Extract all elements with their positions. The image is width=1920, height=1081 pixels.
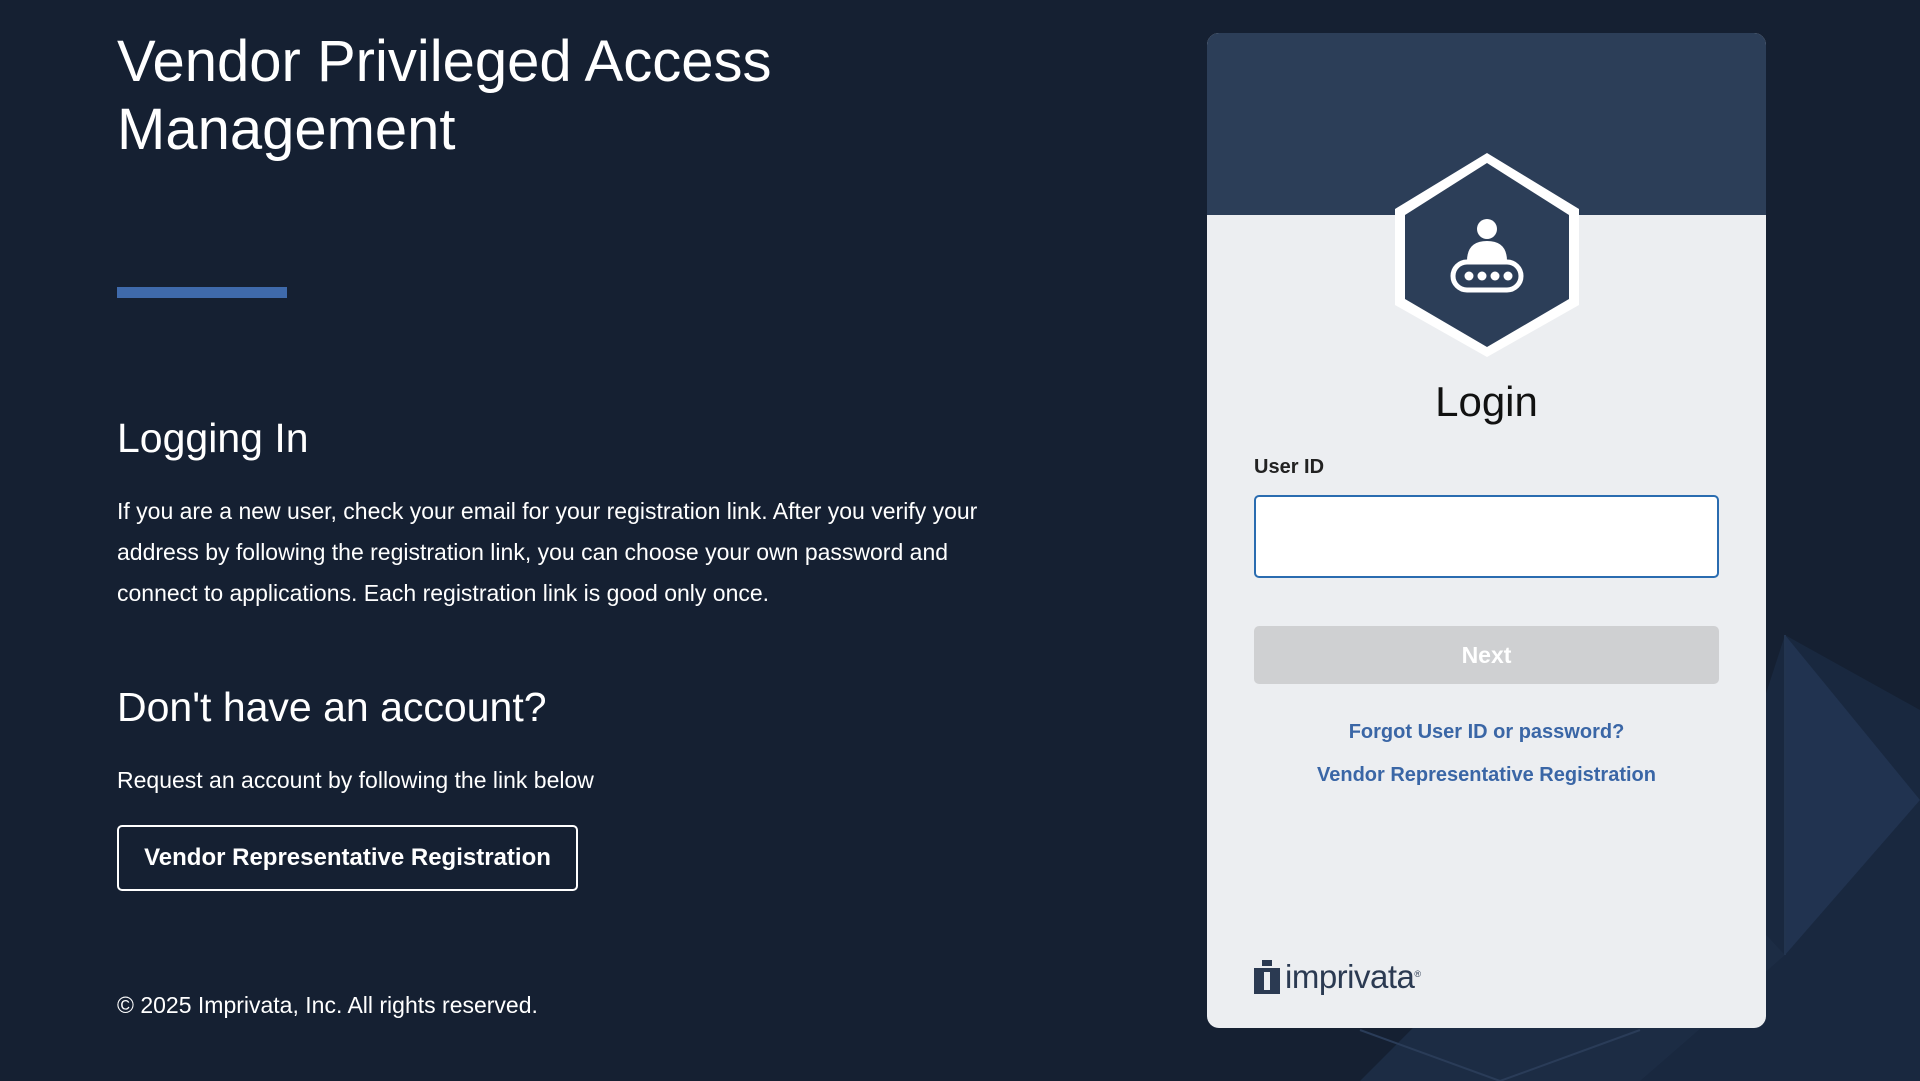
user-id-label: User ID bbox=[1254, 456, 1325, 478]
forgot-credentials-link[interactable]: Forgot User ID or password? bbox=[1207, 721, 1766, 744]
login-title: Login bbox=[1435, 378, 1538, 425]
imprivata-wordmark: imprivata bbox=[1285, 958, 1415, 995]
copyright-text: © 2025 Imprivata, Inc. All rights reserv… bbox=[117, 992, 538, 1018]
login-card: Login User ID Next Forgot User ID or pas… bbox=[1207, 33, 1766, 1028]
vendor-registration-link[interactable]: Vendor Representative Registration bbox=[1207, 764, 1766, 787]
no-account-heading: Don't have an account? bbox=[117, 684, 547, 730]
vendor-user-icon bbox=[1395, 153, 1579, 357]
logging-in-heading: Logging In bbox=[117, 415, 309, 461]
no-account-description: Request an account by following the link… bbox=[117, 767, 594, 793]
imprivata-mark-icon bbox=[1254, 960, 1280, 994]
page-title: Vendor Privileged Access Management bbox=[117, 29, 772, 162]
user-id-input[interactable] bbox=[1254, 495, 1719, 578]
logging-in-description: If you are a new user, check your email … bbox=[117, 498, 978, 606]
vendor-registration-button[interactable]: Vendor Representative Registration bbox=[117, 825, 578, 891]
accent-divider bbox=[117, 287, 287, 298]
next-button[interactable]: Next bbox=[1254, 626, 1719, 684]
imprivata-logo: imprivata ® bbox=[1254, 957, 1421, 997]
registered-mark: ® bbox=[1414, 969, 1422, 979]
